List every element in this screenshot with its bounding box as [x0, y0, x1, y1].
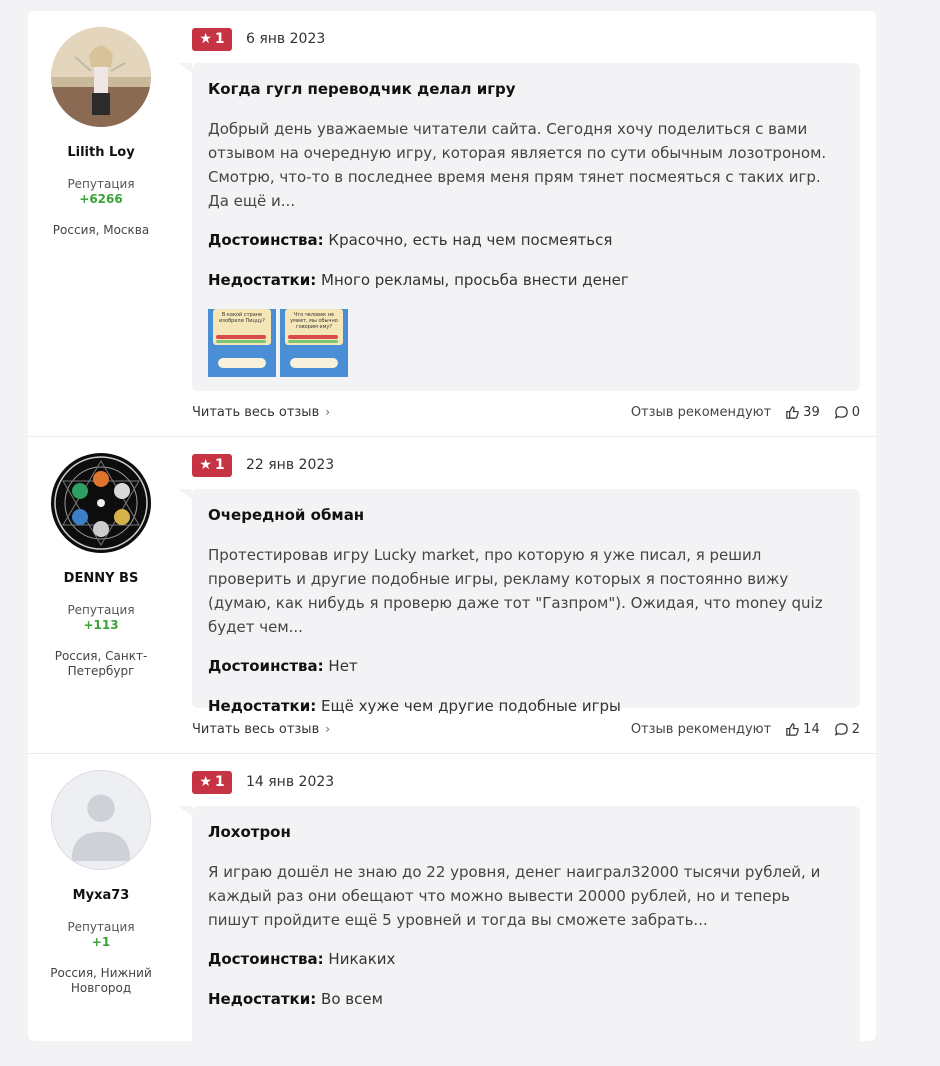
comment-icon [834, 405, 848, 419]
review-card: DENNY BS Репутация +113 Россия, Санкт-Пе… [28, 437, 876, 754]
cons-label: Недостатки: [208, 697, 317, 715]
thumbnail-caption: Что человек не умеет, мы обычно говорим … [290, 312, 338, 330]
review-date: 22 янв 2023 [246, 457, 335, 473]
like-button[interactable]: 39 [785, 405, 820, 420]
review-author: Lilith Loy Репутация +6266 Россия, Москв… [28, 11, 174, 238]
rating-badge: ★ 1 [192, 27, 232, 51]
review-body: Когда гугл переводчик делал игру Добрый … [178, 63, 860, 391]
avatar[interactable] [51, 453, 151, 553]
pros-text: Нет [328, 657, 358, 675]
recommend-label: Отзыв рекомендуют [630, 404, 772, 420]
review-cons: Недостатки: Ещё хуже чем другие подобные… [208, 695, 844, 717]
rating-badge: ★ 1 [192, 453, 232, 477]
rating-value: 1 [214, 31, 225, 47]
review-date: 14 янв 2023 [246, 774, 335, 790]
read-full-review-link[interactable]: Читать весь отзыв › [192, 722, 330, 737]
rating-badge: ★ 1 [192, 770, 232, 794]
chevron-right-icon: › [325, 404, 331, 419]
comment-icon [834, 722, 848, 736]
cons-label: Недостатки: [208, 271, 317, 289]
recommend-label: Отзыв рекомендуют [630, 721, 772, 737]
review-pros: Достоинства: Никаких [208, 948, 844, 970]
cons-label: Недостатки: [208, 990, 317, 1008]
cons-text: Много рекламы, просьба внести денег [321, 271, 629, 289]
review-header: ★ 1 6 янв 2023 [192, 27, 325, 51]
review-pros: Достоинства: Красочно, есть над чем посм… [208, 229, 844, 251]
read-full-review-label: Читать весь отзыв [192, 721, 320, 737]
author-name[interactable]: Lilith Loy [28, 145, 174, 160]
star-icon: ★ [199, 774, 212, 790]
review-title[interactable]: Лохотрон [208, 822, 844, 842]
reputation-label: Репутация [67, 177, 135, 191]
cons-text: Во всем [321, 990, 383, 1008]
star-icon: ★ [199, 31, 212, 47]
avatar[interactable] [51, 770, 151, 870]
reputation-value: +113 [83, 618, 119, 632]
author-name[interactable]: Myxa73 [28, 888, 174, 903]
author-name[interactable]: DENNY BS [28, 571, 174, 586]
comments-button[interactable]: 0 [834, 405, 860, 420]
read-full-review-label: Читать весь отзыв [192, 404, 320, 420]
review-teaser: Протестировав игру Lucky market, про кот… [208, 546, 823, 636]
review-author: DENNY BS Репутация +113 Россия, Санкт-Пе… [28, 437, 174, 679]
review-teaser: Добрый день уважаемые читатели сайта. Се… [208, 120, 827, 210]
author-city: Россия, Нижний Новгород [50, 966, 152, 995]
chevron-right-icon: › [325, 721, 331, 736]
avatar[interactable] [51, 27, 151, 127]
reviews-panel: Lilith Loy Репутация +6266 Россия, Москв… [28, 11, 876, 1066]
cons-text: Ещё хуже чем другие подобные игры [321, 697, 621, 715]
pros-text: Красочно, есть над чем посмеяться [328, 231, 613, 249]
review-footer: Читать весь отзыв › Отзыв рекомендуют 14 … [192, 718, 860, 740]
review-body: Лохотрон Я играю дошёл не знаю до 22 уро… [178, 806, 860, 1066]
pros-label: Достоинства: [208, 657, 324, 675]
read-full-review-link[interactable]: Читать весь отзыв › [192, 405, 330, 420]
reputation-value: +1 [91, 935, 111, 949]
review-cons: Недостатки: Во всем [208, 988, 844, 1010]
like-button[interactable]: 14 [785, 722, 820, 737]
pros-text: Никаких [328, 950, 396, 968]
review-card: Myxa73 Репутация +1 Россия, Нижний Новго… [28, 754, 876, 1066]
pros-label: Достоинства: [208, 950, 324, 968]
reputation-label: Репутация [67, 920, 135, 934]
review-author: Myxa73 Репутация +1 Россия, Нижний Новго… [28, 754, 174, 996]
comments-button[interactable]: 2 [834, 722, 860, 737]
comment-count: 0 [851, 404, 860, 420]
review-images: В какой стране изобрели Пиццу? Что челов… [208, 309, 844, 377]
review-date: 6 янв 2023 [246, 31, 326, 47]
thumbs-up-icon [786, 405, 800, 419]
rating-value: 1 [214, 774, 225, 790]
reputation-value: +6266 [79, 192, 123, 206]
comment-count: 2 [851, 721, 860, 737]
review-card: Lilith Loy Репутация +6266 Россия, Москв… [28, 11, 876, 437]
review-pros: Достоинства: Нет [208, 655, 844, 677]
review-title[interactable]: Когда гугл переводчик делал игру [208, 79, 844, 99]
review-image-thumbnail[interactable]: В какой стране изобрели Пиццу? [208, 309, 276, 377]
review-image-thumbnail[interactable]: Что человек не умеет, мы обычно говорим … [280, 309, 348, 377]
author-city: Россия, Санкт-Петербург [54, 649, 148, 678]
review-header: ★ 1 22 янв 2023 [192, 453, 334, 477]
reputation-label: Репутация [67, 603, 135, 617]
pros-label: Достоинства: [208, 231, 324, 249]
thumbs-up-icon [786, 722, 800, 736]
review-teaser: Я играю дошёл не знаю до 22 уровня, дене… [208, 863, 821, 929]
thumbnail-caption: В какой стране изобрели Пиццу? [219, 312, 265, 324]
review-cons: Недостатки: Много рекламы, просьба внест… [208, 269, 844, 291]
review-header: ★ 1 14 янв 2023 [192, 770, 334, 794]
author-city: Россия, Москва [52, 223, 150, 237]
like-count: 39 [803, 404, 820, 420]
like-count: 14 [803, 721, 820, 737]
review-title[interactable]: Очередной обман [208, 505, 844, 525]
review-footer: Читать весь отзыв › Отзыв рекомендуют 39 … [192, 401, 860, 423]
star-icon: ★ [199, 457, 212, 473]
rating-value: 1 [214, 457, 225, 473]
review-body: Очередной обман Протестировав игру Lucky… [178, 489, 860, 715]
